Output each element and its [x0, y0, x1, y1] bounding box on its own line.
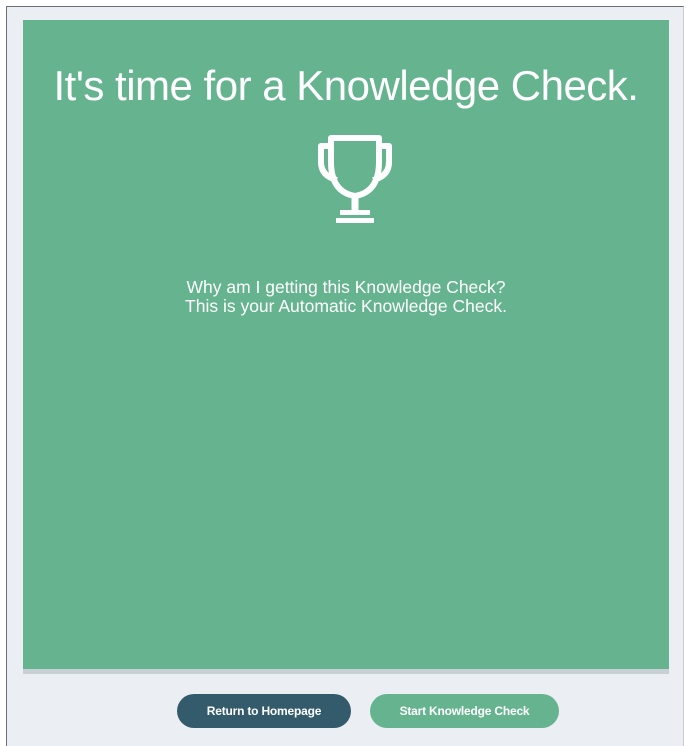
trophy-icon [318, 135, 392, 223]
app-window: It's time for a Knowledge Check. Why am … [6, 6, 684, 746]
page-title: It's time for a Knowledge Check. [53, 62, 639, 109]
knowledge-check-card: It's time for a Knowledge Check. Why am … [23, 20, 669, 674]
explanation-answer: This is your Automatic Knowledge Check. [185, 296, 507, 316]
return-to-homepage-button[interactable]: Return to Homepage [177, 694, 351, 728]
explanation-text: Why am I getting this Knowledge Check? T… [23, 278, 669, 316]
explanation-question: Why am I getting this Knowledge Check? [186, 277, 506, 297]
start-knowledge-check-button[interactable]: Start Knowledge Check [370, 694, 559, 728]
